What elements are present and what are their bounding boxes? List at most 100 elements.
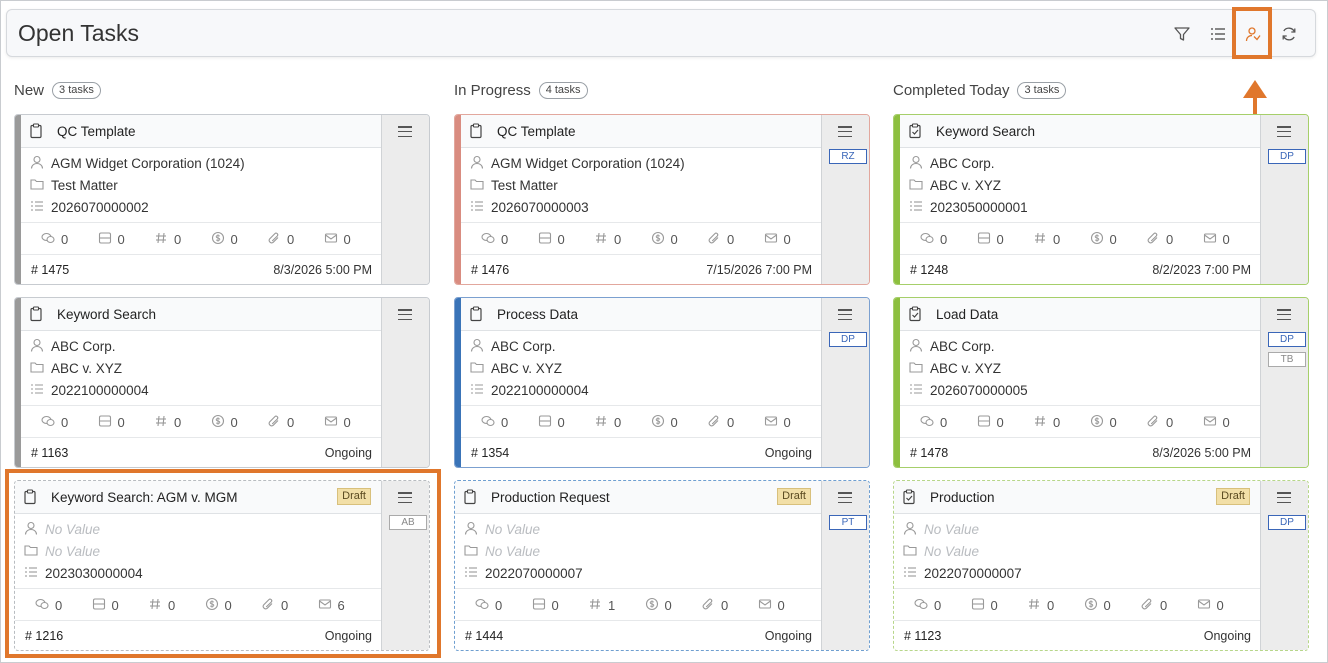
task-id[interactable]: # 1475 (31, 263, 69, 277)
task-card[interactable]: Production Draft No Value No Value 202207… (893, 480, 1309, 651)
hamburger-menu-icon[interactable] (398, 126, 412, 138)
task-title[interactable]: Load Data (936, 307, 998, 322)
activity-count[interactable]: 0 (1027, 597, 1084, 614)
task-card[interactable]: QC Template AGM Widget Corporation (1024… (14, 114, 430, 285)
activity-count[interactable]: 0 (651, 414, 708, 431)
assignee-tag[interactable]: AB (389, 515, 427, 530)
assignee-tag[interactable]: PT (829, 515, 867, 530)
assignee-tag[interactable]: DP (829, 332, 867, 347)
activity-count[interactable]: 0 (154, 414, 211, 431)
activity-count[interactable]: 0 (1203, 231, 1260, 248)
refresh-button[interactable] (1278, 23, 1300, 45)
activity-count[interactable]: 0 (267, 414, 324, 431)
activity-count[interactable]: 0 (1033, 231, 1090, 248)
hamburger-menu-icon[interactable] (838, 126, 852, 138)
activity-count[interactable]: 0 (1140, 597, 1197, 614)
task-title[interactable]: QC Template (57, 124, 136, 139)
task-id[interactable]: # 1123 (904, 629, 941, 643)
task-title[interactable]: Production (930, 490, 995, 505)
activity-count[interactable]: 0 (1146, 231, 1203, 248)
hamburger-menu-icon[interactable] (1277, 492, 1291, 504)
hamburger-menu-icon[interactable] (1277, 126, 1291, 138)
activity-count[interactable]: 0 (645, 597, 702, 614)
task-title[interactable]: Keyword Search: AGM v. MGM (51, 490, 238, 505)
activity-count[interactable]: 0 (764, 231, 821, 248)
activity-count[interactable]: 0 (1033, 414, 1090, 431)
activity-count[interactable]: 0 (41, 231, 98, 248)
activity-count[interactable]: 0 (324, 231, 381, 248)
activity-count[interactable]: 0 (154, 231, 211, 248)
activity-count[interactable]: 6 (318, 597, 375, 614)
task-title[interactable]: Process Data (497, 307, 578, 322)
task-card[interactable]: Process Data ABC Corp. ABC v. XYZ 202210… (454, 297, 870, 468)
hamburger-menu-icon[interactable] (398, 492, 412, 504)
activity-count[interactable]: 0 (98, 414, 155, 431)
activity-count[interactable]: 0 (324, 414, 381, 431)
task-id[interactable]: # 1248 (910, 263, 948, 277)
task-id[interactable]: # 1476 (471, 263, 509, 277)
hamburger-menu-icon[interactable] (838, 492, 852, 504)
activity-count[interactable]: 0 (1090, 231, 1147, 248)
task-title[interactable]: QC Template (497, 124, 576, 139)
activity-count[interactable]: 0 (267, 231, 324, 248)
activity-count[interactable]: 0 (914, 597, 971, 614)
assignee-filter-button[interactable] (1242, 23, 1264, 45)
hamburger-menu-icon[interactable] (838, 309, 852, 321)
assignee-tag[interactable]: DP (1268, 149, 1306, 164)
assignee-tag[interactable]: DP (1268, 332, 1306, 347)
assignee-tag[interactable]: RZ (829, 149, 867, 164)
activity-count[interactable]: 0 (1203, 414, 1260, 431)
task-card[interactable]: Keyword Search: AGM v. MGM Draft No Value… (14, 480, 430, 651)
hamburger-menu-icon[interactable] (398, 309, 412, 321)
activity-count[interactable]: 0 (594, 414, 651, 431)
activity-count[interactable]: 0 (701, 597, 758, 614)
activity-count[interactable]: 0 (764, 414, 821, 431)
activity-count[interactable]: 0 (707, 231, 764, 248)
task-card[interactable]: QC Template AGM Widget Corporation (1024… (454, 114, 870, 285)
activity-count[interactable]: 0 (1090, 414, 1147, 431)
activity-count[interactable]: 0 (1146, 414, 1203, 431)
activity-count[interactable]: 0 (41, 414, 98, 431)
activity-count[interactable]: 0 (538, 414, 595, 431)
activity-count[interactable]: 0 (92, 597, 149, 614)
list-view-button[interactable] (1207, 23, 1229, 45)
activity-count[interactable]: 0 (594, 231, 651, 248)
activity-count[interactable]: 1 (588, 597, 645, 614)
activity-count[interactable]: 0 (977, 414, 1034, 431)
task-id[interactable]: # 1163 (31, 446, 68, 460)
task-id[interactable]: # 1216 (25, 629, 63, 643)
activity-count[interactable]: 0 (532, 597, 589, 614)
activity-count[interactable]: 0 (1084, 597, 1141, 614)
activity-count[interactable]: 0 (211, 231, 268, 248)
task-title[interactable]: Keyword Search (936, 124, 1035, 139)
activity-count[interactable]: 0 (758, 597, 815, 614)
assignee-tag[interactable]: DP (1268, 515, 1306, 530)
activity-count[interactable]: 0 (971, 597, 1028, 614)
task-id[interactable]: # 1354 (471, 446, 509, 460)
activity-count[interactable]: 0 (35, 597, 92, 614)
activity-count[interactable]: 0 (98, 231, 155, 248)
task-card[interactable]: Keyword Search ABC Corp. ABC v. XYZ 2023… (893, 114, 1309, 285)
activity-count[interactable]: 0 (211, 414, 268, 431)
activity-count[interactable]: 0 (920, 414, 977, 431)
activity-count[interactable]: 0 (205, 597, 262, 614)
task-card[interactable]: Load Data ABC Corp. ABC v. XYZ 202607000… (893, 297, 1309, 468)
task-title[interactable]: Keyword Search (57, 307, 156, 322)
task-id[interactable]: # 1444 (465, 629, 503, 643)
activity-count[interactable]: 0 (261, 597, 318, 614)
task-card[interactable]: Production Request Draft No Value No Valu… (454, 480, 870, 651)
activity-count[interactable]: 0 (1197, 597, 1254, 614)
activity-count[interactable]: 0 (475, 597, 532, 614)
task-card[interactable]: Keyword Search ABC Corp. ABC v. XYZ 2022… (14, 297, 430, 468)
activity-count[interactable]: 0 (920, 231, 977, 248)
activity-count[interactable]: 0 (977, 231, 1034, 248)
hamburger-menu-icon[interactable] (1277, 309, 1291, 321)
activity-count[interactable]: 0 (707, 414, 764, 431)
activity-count[interactable]: 0 (481, 231, 538, 248)
filter-button[interactable] (1171, 23, 1193, 45)
activity-count[interactable]: 0 (538, 231, 595, 248)
task-id[interactable]: # 1478 (910, 446, 948, 460)
task-title[interactable]: Production Request (491, 490, 610, 505)
activity-count[interactable]: 0 (148, 597, 205, 614)
activity-count[interactable]: 0 (651, 231, 708, 248)
